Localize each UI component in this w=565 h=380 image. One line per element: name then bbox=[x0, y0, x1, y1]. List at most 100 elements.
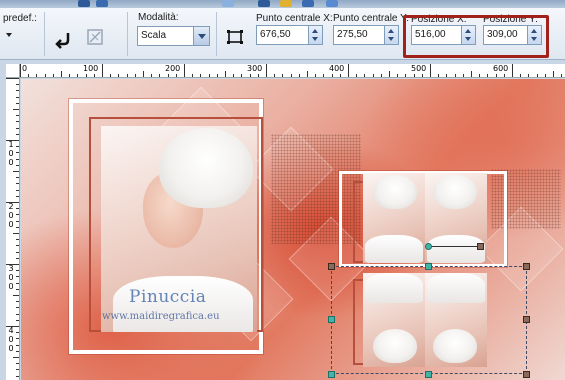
ruler-tick bbox=[16, 115, 19, 117]
ruler-tick bbox=[16, 319, 19, 321]
rotation-handle[interactable] bbox=[477, 243, 484, 250]
ruler-tick bbox=[389, 71, 390, 77]
portrait-hat bbox=[159, 128, 253, 208]
separator bbox=[44, 12, 45, 56]
ruler-tick bbox=[16, 313, 19, 315]
toolbar-icon[interactable] bbox=[222, 0, 234, 7]
position-highlight-box bbox=[403, 15, 549, 58]
ruler-label: 100 bbox=[83, 64, 99, 73]
chevron-down-icon bbox=[193, 27, 209, 45]
ruler-tick bbox=[16, 183, 19, 185]
ruler-tick bbox=[16, 239, 19, 241]
ruler-tick bbox=[16, 338, 19, 340]
ruler-tick bbox=[175, 74, 177, 77]
ruler-tick bbox=[16, 288, 19, 290]
preset-dropdown[interactable] bbox=[4, 30, 18, 40]
ruler-tick bbox=[20, 64, 21, 77]
ruler-tick bbox=[44, 74, 46, 77]
ruler-tick bbox=[274, 74, 276, 77]
watermark-name: Pinuccia bbox=[129, 287, 207, 307]
image-canvas[interactable]: Pinuccia www.maidiregrafica.eu bbox=[21, 79, 565, 380]
resize-handle-tl[interactable] bbox=[328, 263, 335, 270]
center-pivot-handle[interactable] bbox=[425, 243, 432, 250]
ruler-tick bbox=[520, 74, 522, 77]
resize-handle-top[interactable] bbox=[425, 263, 432, 270]
portrait-hat bbox=[373, 175, 417, 209]
deform-selection-box[interactable] bbox=[331, 266, 527, 374]
toolbar-icon[interactable] bbox=[96, 0, 108, 7]
ruler-tick bbox=[380, 74, 382, 77]
spin-up-icon bbox=[388, 29, 394, 33]
ruler-tick bbox=[16, 84, 19, 86]
resize-handle-tr[interactable] bbox=[523, 263, 530, 270]
ruler-tick bbox=[339, 74, 341, 77]
ruler-label: 200 bbox=[165, 64, 181, 73]
ruler-tick bbox=[331, 74, 333, 77]
ruler-tick bbox=[257, 74, 259, 77]
ruler-label: 0 bbox=[8, 335, 14, 344]
ruler-tick bbox=[495, 74, 497, 77]
ruler-tick bbox=[110, 74, 112, 77]
center-y-field[interactable]: 275,50 bbox=[333, 25, 385, 45]
horizontal-ruler[interactable]: 0 100 200 300 400 500 600 bbox=[20, 64, 565, 78]
ruler-tick bbox=[356, 74, 358, 77]
toolbar-icon[interactable] bbox=[326, 0, 338, 7]
toolbar-icon[interactable] bbox=[258, 0, 270, 7]
ruler-label: 0 bbox=[22, 64, 28, 73]
ruler-tick bbox=[16, 177, 19, 179]
ruler-tick bbox=[200, 74, 202, 77]
ruler-tick bbox=[16, 90, 19, 92]
ruler-tick bbox=[52, 74, 54, 77]
ruler-tick bbox=[16, 195, 19, 197]
ruler-tick bbox=[13, 357, 19, 358]
tool-options-bar: predef.: Modalità: Scala Punto centrale … bbox=[0, 8, 565, 60]
rotation-arm bbox=[432, 246, 480, 247]
resize-handle-br[interactable] bbox=[523, 371, 530, 378]
ruler-tick bbox=[553, 71, 554, 77]
toolbar-icon[interactable] bbox=[302, 0, 314, 7]
ruler-tick bbox=[16, 164, 19, 166]
ruler-tick bbox=[503, 74, 505, 77]
ruler-tick bbox=[16, 158, 19, 160]
ruler-label: 0 bbox=[8, 273, 14, 282]
toolbar-icon[interactable] bbox=[280, 0, 292, 7]
center-y-spinner[interactable] bbox=[385, 25, 399, 45]
ruler-tick bbox=[36, 74, 38, 77]
ruler-label: 1 bbox=[8, 140, 14, 149]
ruler-tick bbox=[13, 171, 19, 172]
ruler-tick bbox=[28, 74, 30, 77]
center-x-spinner[interactable] bbox=[309, 25, 323, 45]
ruler-tick bbox=[16, 127, 19, 129]
undo-button[interactable] bbox=[53, 27, 75, 49]
ruler-tick bbox=[471, 71, 472, 77]
resize-handle-left[interactable] bbox=[328, 316, 335, 323]
ruler-tick bbox=[298, 74, 300, 77]
ruler-tick bbox=[16, 226, 19, 228]
resize-handle-bottom[interactable] bbox=[425, 371, 432, 378]
mode-select[interactable]: Scala bbox=[137, 26, 210, 46]
ruler-tick bbox=[85, 74, 87, 77]
ruler-label: 0 bbox=[8, 282, 14, 291]
ruler-tick bbox=[118, 74, 120, 77]
ruler-tick bbox=[454, 74, 456, 77]
ruler-tick bbox=[16, 270, 19, 272]
toolbar-icon[interactable] bbox=[78, 0, 90, 7]
ruler-tick bbox=[282, 74, 284, 77]
select-area-button[interactable] bbox=[224, 26, 246, 48]
deform-button[interactable] bbox=[84, 26, 106, 48]
ruler-tick bbox=[184, 64, 185, 77]
ruler-tick bbox=[438, 74, 440, 77]
resize-handle-right[interactable] bbox=[523, 316, 530, 323]
ruler-tick bbox=[167, 74, 169, 77]
ruler-tick bbox=[241, 74, 243, 77]
ruler-tick bbox=[307, 71, 308, 77]
ruler-tick bbox=[16, 307, 19, 309]
vertical-ruler[interactable]: 1 0 0 2 0 0 3 0 0 4 0 0 bbox=[6, 78, 20, 380]
ruler-tick bbox=[446, 74, 448, 77]
chevron-down-icon bbox=[6, 33, 12, 37]
ruler-label: 0 bbox=[8, 211, 14, 220]
portrait-dress bbox=[365, 235, 423, 263]
center-x-field[interactable]: 676,50 bbox=[256, 25, 309, 45]
spin-down-icon bbox=[312, 37, 318, 41]
resize-handle-bl[interactable] bbox=[328, 371, 335, 378]
